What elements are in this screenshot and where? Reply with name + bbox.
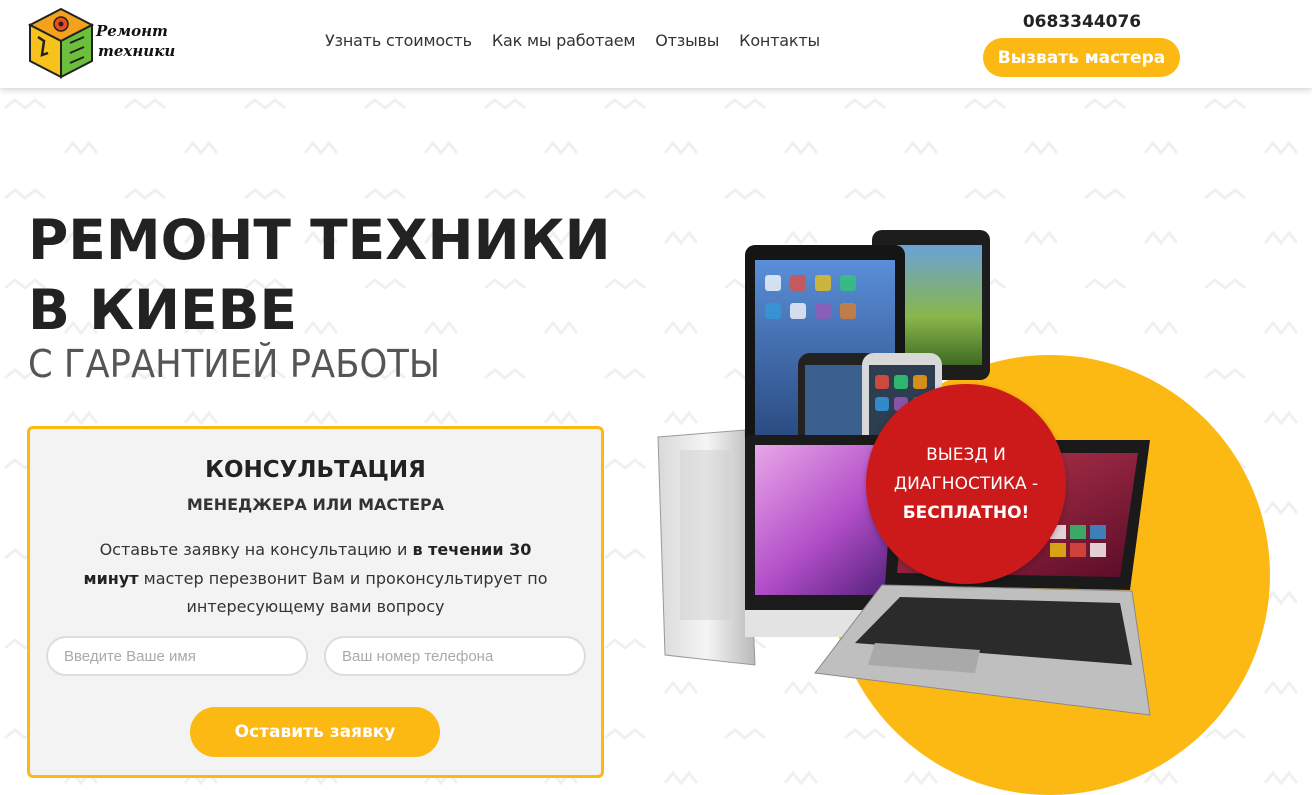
- logo-text: Ремонт техники: [96, 21, 176, 61]
- call-master-button[interactable]: Вызвать мастера: [983, 38, 1180, 77]
- badge-line-2: ДИАГНОСТИКА -: [893, 473, 1039, 494]
- hero-title: РЕМОНТ ТЕХНИКИ В КИЕВЕ: [28, 205, 611, 345]
- computer-tower: [657, 429, 756, 666]
- form-title: КОНСУЛЬТАЦИЯ: [205, 457, 426, 483]
- free-diagnostics-badge: ВЫЕЗД И ДИАГНОСТИКА - БЕСПЛАТНО!: [866, 384, 1066, 584]
- phone-number[interactable]: 0683344076: [982, 12, 1182, 32]
- hero-title-line-2: В КИЕВЕ: [28, 278, 298, 342]
- logo-line-1: Ремонт: [96, 22, 168, 40]
- logo[interactable]: Ремонт техники: [26, 7, 175, 79]
- nav-item-how-we-work[interactable]: Как мы работаем: [492, 31, 636, 50]
- consultation-form: КОНСУЛЬТАЦИЯ МЕНЕДЖЕРА ИЛИ МАСТЕРА Остав…: [27, 426, 604, 778]
- badge-line-1: ВЫЕЗД И: [926, 444, 1006, 465]
- form-subtitle: МЕНЕДЖЕРА ИЛИ МАСТЕРА: [186, 495, 445, 514]
- submit-request-button[interactable]: Оставить заявку: [190, 707, 440, 757]
- main-nav: Узнать стоимость Как мы работаем Отзывы …: [325, 31, 820, 50]
- nav-item-price[interactable]: Узнать стоимость: [325, 31, 472, 50]
- badge-line-3: БЕСПЛАТНО!: [902, 502, 1030, 523]
- form-text-part-2: мастер перезвонит Вам и проконсультирует…: [138, 568, 548, 617]
- nav-item-reviews[interactable]: Отзывы: [655, 31, 719, 50]
- phone-input[interactable]: [324, 636, 586, 676]
- nav-item-contacts[interactable]: Контакты: [739, 31, 820, 50]
- hero-title-line-1: РЕМОНТ ТЕХНИКИ: [28, 208, 611, 272]
- form-description: Оставьте заявку на консультацию и в тече…: [70, 536, 561, 622]
- logo-cube-icon: [27, 7, 95, 79]
- name-input[interactable]: [46, 636, 308, 676]
- hero-subtitle: С ГАРАНТИЕЙ РАБОТЫ: [28, 342, 441, 386]
- site-header: Ремонт техники Узнать стоимость Как мы р…: [0, 0, 1312, 88]
- form-text-part-1: Оставьте заявку на консультацию и: [99, 540, 413, 559]
- logo-line-2: техники: [98, 42, 176, 60]
